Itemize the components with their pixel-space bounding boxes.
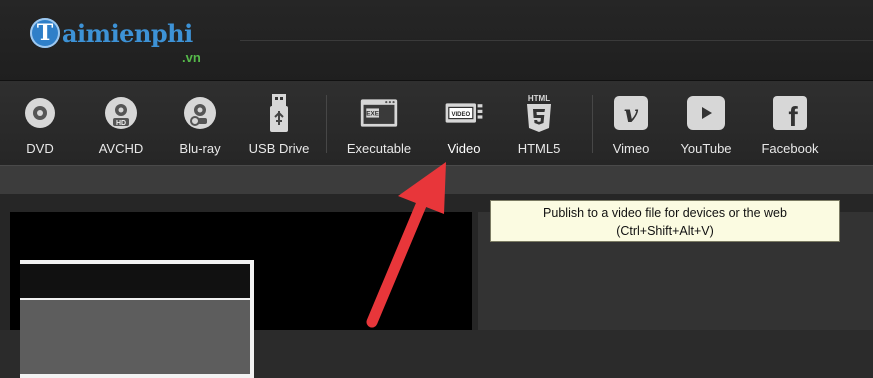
logo-wordmark: aimienphi <box>62 19 193 48</box>
hd-disc-icon: HD <box>101 93 141 133</box>
toolbar-bluray-button[interactable]: Blu-ray <box>170 81 230 165</box>
toolbar-usb-drive-button[interactable]: USB Drive <box>240 81 318 165</box>
preview-area <box>10 212 472 378</box>
toolbar-usb-drive-label: USB Drive <box>248 141 310 156</box>
toolbar-video-button[interactable]: VIDEO Video <box>436 81 492 165</box>
top-banner: T aimienphi .vn <box>0 0 873 81</box>
publish-toolbar: DVD HD AVCHD Blu-ray USB Drive EXE Execu… <box>0 81 873 165</box>
toolbar-bluray-label: Blu-ray <box>179 141 221 156</box>
toolbar-video-label: Video <box>447 141 481 156</box>
video-publish-tooltip: Publish to a video file for devices or t… <box>490 200 840 242</box>
toolbar-avchd-button[interactable]: HD AVCHD <box>90 81 152 165</box>
toolbar-dvd-label: DVD <box>26 141 54 156</box>
video-file-icon: VIDEO <box>444 93 484 133</box>
html5-icon: HTML <box>519 93 559 133</box>
toolbar-avchd-label: AVCHD <box>98 141 144 156</box>
toolbar-dvd-button[interactable]: DVD <box>18 81 62 165</box>
toolbar-facebook-label: Facebook <box>761 141 819 156</box>
toolbar-executable-button[interactable]: EXE Executable <box>338 81 420 165</box>
preview-frame[interactable] <box>20 260 254 378</box>
toolbar-html5-label: HTML5 <box>517 141 561 156</box>
svg-text:HTML: HTML <box>528 94 550 103</box>
taimienphi-logo: T aimienphi .vn <box>30 16 240 68</box>
facebook-icon: f <box>770 93 810 133</box>
toolbar-separator <box>592 95 593 153</box>
toolbar-subbar <box>0 165 873 195</box>
usb-drive-icon <box>259 93 299 133</box>
toolbar-vimeo-button[interactable]: v Vimeo <box>602 81 660 165</box>
svg-text:HD: HD <box>116 120 126 127</box>
logo-badge: T <box>30 18 60 48</box>
toolbar-youtube-label: YouTube <box>680 141 732 156</box>
toolbar-facebook-button[interactable]: f Facebook <box>752 81 828 165</box>
toolbar-youtube-button[interactable]: YouTube <box>670 81 742 165</box>
svg-text:EXE: EXE <box>366 111 379 118</box>
disc-icon <box>20 93 60 133</box>
executable-icon: EXE <box>359 93 399 133</box>
svg-text:f: f <box>788 101 798 131</box>
tooltip-description: Publish to a video file for devices or t… <box>543 206 787 220</box>
bluray-disc-icon <box>180 93 220 133</box>
toolbar-separator <box>326 95 327 153</box>
vimeo-icon: v <box>611 93 651 133</box>
tooltip-shortcut: (Ctrl+Shift+Alt+V) <box>616 224 714 238</box>
logo-domain: .vn <box>182 50 201 65</box>
toolbar-executable-label: Executable <box>346 141 412 156</box>
youtube-icon <box>686 93 726 133</box>
toolbar-vimeo-label: Vimeo <box>612 141 650 156</box>
svg-text:VIDEO: VIDEO <box>451 112 470 118</box>
preview-frame-content <box>20 298 250 374</box>
toolbar-html5-button[interactable]: HTML HTML5 <box>510 81 568 165</box>
svg-text:v: v <box>624 99 639 128</box>
